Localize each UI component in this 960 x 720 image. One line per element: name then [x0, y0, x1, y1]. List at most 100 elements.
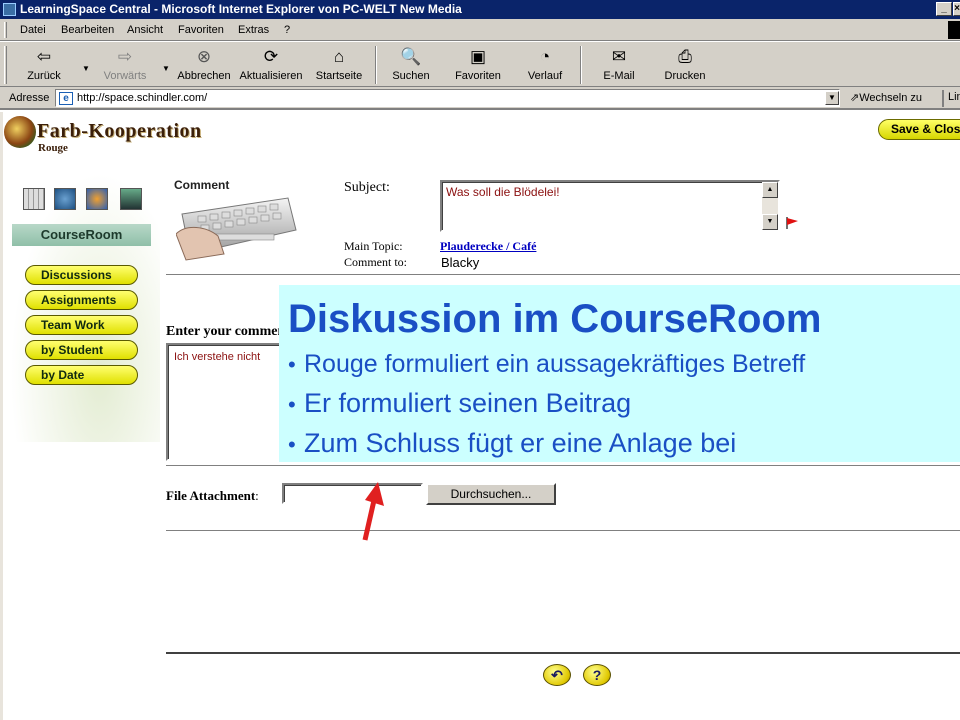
- toolbar-separator: [375, 46, 377, 84]
- file-attachment-colon: :: [255, 488, 259, 503]
- stop-button[interactable]: ⊗ Abbrechen: [174, 46, 234, 84]
- puzzle-icon[interactable]: [86, 188, 108, 210]
- subject-textarea[interactable]: Was soll die Blödelei! ▲ ▼: [440, 180, 780, 232]
- go-arrow-icon: ⇗: [850, 92, 860, 104]
- divider: [166, 530, 960, 532]
- home-label: Startseite: [315, 70, 363, 82]
- books-icon[interactable]: [54, 188, 76, 210]
- home-button[interactable]: ⌂ Startseite: [313, 46, 365, 84]
- refresh-icon: ⟳: [263, 47, 279, 66]
- refresh-label: Aktualisieren: [239, 70, 303, 82]
- menu-datei[interactable]: Datei: [20, 24, 46, 36]
- overlay-bullet-text: Zum Schluss fügt er eine Anlage bei: [304, 428, 737, 458]
- favorites-button[interactable]: ▣ Favoriten: [452, 46, 504, 84]
- throbber-area: [948, 21, 960, 39]
- toolbar-grip: [4, 46, 7, 84]
- menubar-grip: [4, 22, 7, 38]
- scroll-up-icon[interactable]: ▲: [762, 182, 778, 198]
- close-button[interactable]: ×: [953, 2, 960, 16]
- go-label: Wechseln zu: [859, 92, 922, 104]
- toolbar-separator: [580, 46, 582, 84]
- history-icon: ◔: [539, 47, 551, 66]
- address-url: http://space.schindler.com/: [77, 92, 208, 104]
- address-input[interactable]: e http://space.schindler.com/: [55, 89, 840, 107]
- red-pointer-arrow-icon: [362, 482, 384, 541]
- nav-by-date-button[interactable]: by Date: [25, 365, 138, 385]
- subject-label: Subject:: [344, 180, 390, 195]
- file-attachment-text: File Attachment: [166, 488, 256, 503]
- mail-icon: ✉: [611, 47, 627, 66]
- file-attachment-input[interactable]: [282, 483, 423, 504]
- main-topic-label: Main Topic:: [344, 239, 403, 253]
- bullet-dot-icon: •: [288, 432, 296, 457]
- nav-teamwork-button[interactable]: Team Work: [25, 315, 138, 335]
- save-close-button[interactable]: Save & Close: [878, 119, 960, 140]
- comment-body-textarea[interactable]: Ich verstehe nicht: [166, 343, 281, 461]
- browse-button[interactable]: Durchsuchen...: [426, 483, 556, 505]
- nav-assignments-button[interactable]: Assignments: [25, 290, 138, 310]
- red-flag-icon[interactable]: [785, 216, 799, 230]
- comment-body-value: Ich verstehe nicht: [174, 351, 261, 363]
- courseroom-header: CourseRoom: [12, 224, 151, 246]
- brand-title: Farb-Kooperation: [37, 120, 202, 142]
- favorites-folder-icon: ▣: [469, 47, 487, 66]
- brand-subtitle: Rouge: [38, 142, 68, 154]
- keyboard-hand-icon: [176, 197, 297, 261]
- profile-card-icon[interactable]: [120, 188, 142, 210]
- address-dropdown-icon[interactable]: ▼: [825, 91, 839, 105]
- back-dropdown-icon[interactable]: ▼: [82, 64, 90, 73]
- window-titlebar: LearningSpace Central - Microsoft Intern…: [0, 0, 960, 19]
- subject-scrollbar[interactable]: ▲ ▼: [762, 182, 778, 230]
- overlay-title: Diskussion im CourseRoom: [288, 297, 822, 341]
- nav-by-student-button[interactable]: by Student: [25, 340, 138, 360]
- forward-label: Vorwärts: [103, 70, 147, 82]
- search-icon: 🔍: [400, 47, 422, 66]
- forward-button[interactable]: ⇨ Vorwärts: [98, 46, 152, 84]
- menu-bearbeiten[interactable]: Bearbeiten: [61, 24, 114, 36]
- comment-to-label: Comment to:: [344, 255, 407, 269]
- divider: [166, 465, 960, 467]
- print-button[interactable]: ⎙ Drucken: [661, 46, 709, 84]
- subject-value: Was soll die Blödelei!: [446, 185, 560, 199]
- slide-overlay: Diskussion im CourseRoom • Rouge formulie…: [279, 285, 960, 462]
- help-button[interactable]: ?: [583, 664, 611, 686]
- history-button[interactable]: ◔ Verlauf: [524, 46, 566, 84]
- links-button[interactable]: Links: [942, 90, 960, 107]
- stop-label: Abbrechen: [177, 70, 231, 82]
- print-label: Drucken: [664, 70, 706, 82]
- file-attachment-label: File Attachment:: [166, 488, 259, 504]
- enter-comment-label: Enter your comment: [166, 324, 281, 339]
- back-arrow-icon: ⇦: [36, 47, 52, 66]
- forward-arrow-icon: ⇨: [117, 47, 133, 66]
- go-button[interactable]: ⇗Wechseln zu: [850, 91, 922, 104]
- back-arrow-icon[interactable]: ↶: [543, 664, 571, 686]
- frame-border: [0, 112, 3, 720]
- nav-discussions-button[interactable]: Discussions: [25, 265, 138, 285]
- page-icon: e: [59, 92, 73, 105]
- main-topic-link[interactable]: Plauderecke / Café: [440, 239, 536, 254]
- toolbar: ⇦ Zurück ▼ ⇨ Vorwärts ▼ ⊗ Abbrechen ⟳ Ak…: [0, 41, 960, 87]
- bottom-divider: [166, 652, 960, 654]
- menu-extras[interactable]: Extras: [238, 24, 269, 36]
- minimize-button[interactable]: _: [936, 2, 952, 16]
- back-button[interactable]: ⇦ Zurück: [20, 46, 68, 84]
- menu-help[interactable]: ?: [284, 24, 290, 36]
- overlay-bullet: • Er formuliert seinen Beitrag: [288, 384, 960, 424]
- favorites-label: Favoriten: [455, 70, 501, 82]
- calendar-icon[interactable]: [23, 188, 45, 210]
- bullet-dot-icon: •: [288, 392, 296, 417]
- address-bar: Adresse e http://space.schindler.com/ ▼ …: [0, 87, 960, 110]
- refresh-button[interactable]: ⟳ Aktualisieren: [238, 46, 304, 84]
- mail-button[interactable]: ✉ E-Mail: [598, 46, 640, 84]
- comment-to-value: Blacky: [441, 255, 480, 270]
- menu-ansicht[interactable]: Ansicht: [127, 24, 163, 36]
- home-icon: ⌂: [333, 47, 345, 66]
- mail-label: E-Mail: [603, 70, 635, 82]
- comment-heading: Comment: [174, 178, 230, 192]
- search-button[interactable]: 🔍 Suchen: [388, 46, 434, 84]
- bullet-dot-icon: •: [288, 352, 296, 377]
- forward-dropdown-icon[interactable]: ▼: [162, 64, 170, 73]
- brand-logo-icon: [4, 116, 36, 148]
- scroll-down-icon[interactable]: ▼: [762, 214, 778, 230]
- menu-favoriten[interactable]: Favoriten: [178, 24, 224, 36]
